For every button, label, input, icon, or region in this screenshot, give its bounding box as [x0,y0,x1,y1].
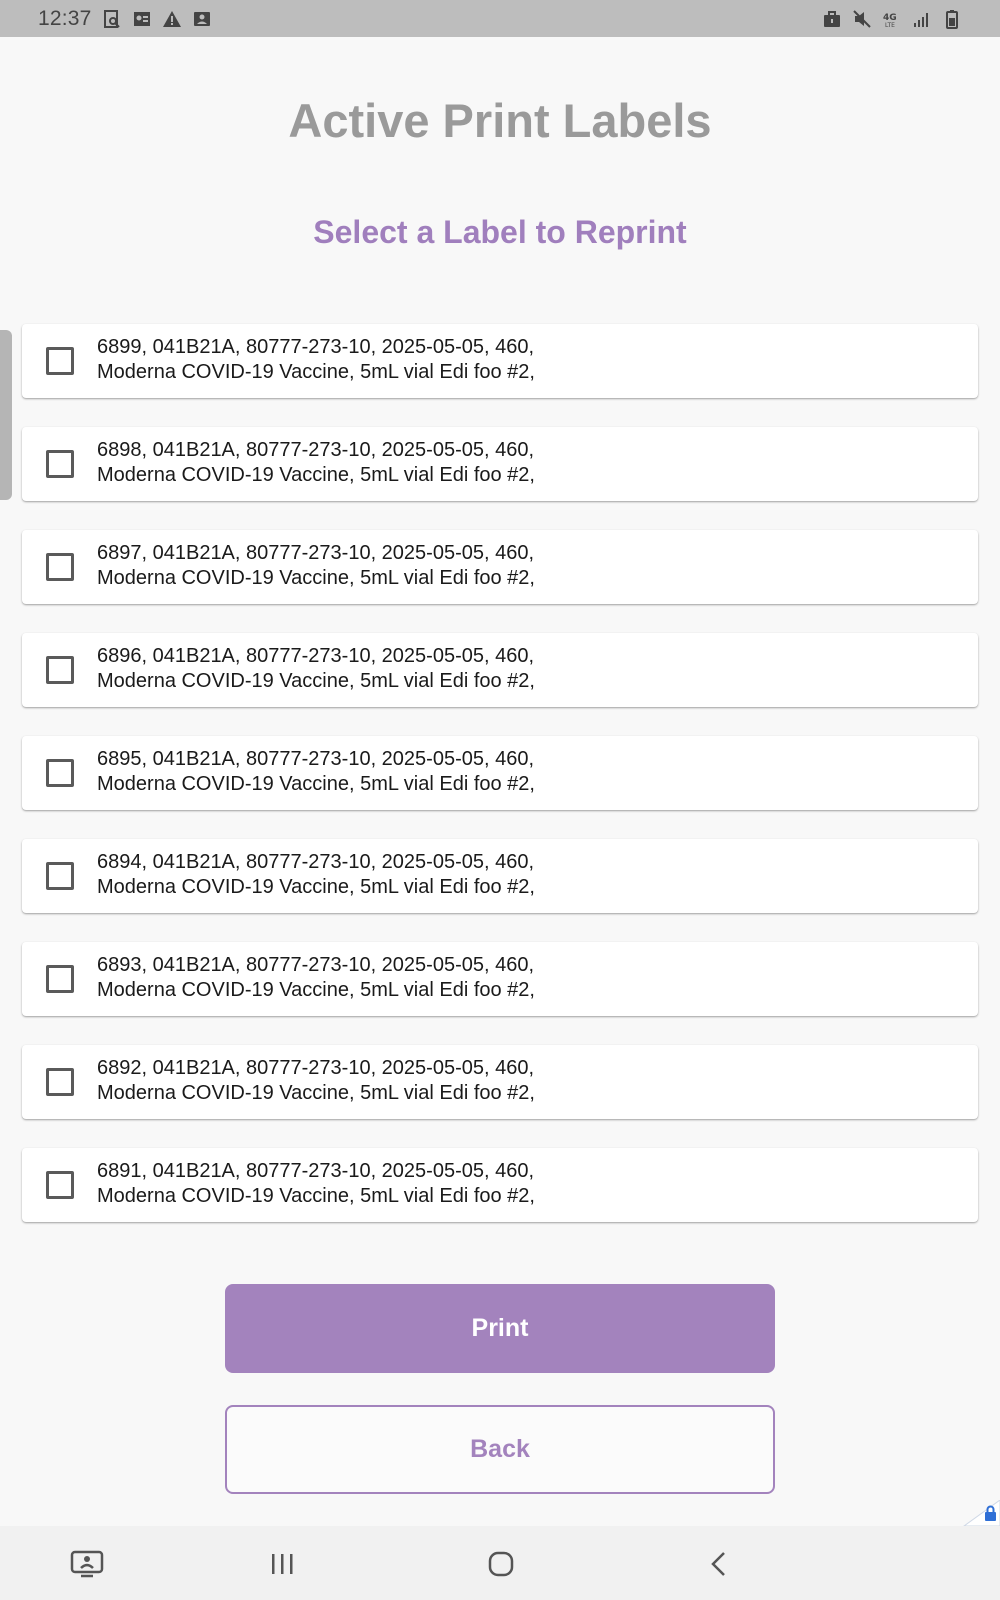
label-list-item[interactable]: 6896, 041B21A, 80777-273-10, 2025-05-05,… [22,633,978,707]
back-icon[interactable] [700,1544,740,1584]
label-text: 6892, 041B21A, 80777-273-10, 2025-05-05,… [97,1056,958,1106]
4g-lte-icon: 4G LTE [882,9,902,29]
signal-icon [912,9,932,29]
label-line-2: Moderna COVID-19 Vaccine, 5mL vial Edi f… [97,464,535,486]
label-line-2: Moderna COVID-19 Vaccine, 5mL vial Edi f… [97,876,535,898]
label-line-1: 6899, 041B21A, 80777-273-10, 2025-05-05,… [97,336,535,358]
screen-share-icon[interactable] [67,1544,107,1584]
label-line-1: 6892, 041B21A, 80777-273-10, 2025-05-05,… [97,1057,535,1079]
briefcase-icon [822,9,842,29]
account-box-icon [192,9,212,29]
status-time: 12:37 [38,6,92,30]
page-subtitle: Select a Label to Reprint [313,214,687,250]
label-list-item[interactable]: 6891, 041B21A, 80777-273-10, 2025-05-05,… [22,1148,978,1222]
label-line-1: 6896, 041B21A, 80777-273-10, 2025-05-05,… [97,645,535,667]
label-checkbox[interactable] [46,759,74,787]
home-icon[interactable] [481,1544,521,1584]
label-text: 6895, 041B21A, 80777-273-10, 2025-05-05,… [97,747,958,797]
label-text: 6896, 041B21A, 80777-273-10, 2025-05-05,… [97,644,958,694]
label-line-2: Moderna COVID-19 Vaccine, 5mL vial Edi f… [97,670,535,692]
warning-icon [162,9,182,29]
label-line-2: Moderna COVID-19 Vaccine, 5mL vial Edi f… [97,979,535,1001]
label-list-item[interactable]: 6898, 041B21A, 80777-273-10, 2025-05-05,… [22,427,978,501]
print-button[interactable]: Print [225,1284,775,1373]
label-line-2: Moderna COVID-19 Vaccine, 5mL vial Edi f… [97,1082,535,1104]
label-line-2: Moderna COVID-19 Vaccine, 5mL vial Edi f… [97,361,535,383]
svg-text:LTE: LTE [885,22,895,29]
label-list-item[interactable]: 6897, 041B21A, 80777-273-10, 2025-05-05,… [22,530,978,604]
label-list-item[interactable]: 6893, 041B21A, 80777-273-10, 2025-05-05,… [22,942,978,1016]
lock-badge-icon [960,1499,1000,1527]
contact-card-icon [132,9,152,29]
scrollbar-thumb[interactable] [0,330,12,500]
label-list-item[interactable]: 6892, 041B21A, 80777-273-10, 2025-05-05,… [22,1045,978,1119]
label-text: 6899, 041B21A, 80777-273-10, 2025-05-05,… [97,335,958,385]
mute-icon [852,9,872,29]
label-checkbox[interactable] [46,553,74,581]
back-button[interactable]: Back [225,1405,775,1494]
recent-apps-icon[interactable] [262,1544,302,1584]
label-checkbox[interactable] [46,347,74,375]
label-checkbox[interactable] [46,450,74,478]
label-line-1: 6897, 041B21A, 80777-273-10, 2025-05-05,… [97,542,535,564]
status-bar: 12:37 4G LTE [0,0,1000,37]
label-line-2: Moderna COVID-19 Vaccine, 5mL vial Edi f… [97,567,535,589]
page-title: Active Print Labels [288,94,712,147]
label-text: 6897, 041B21A, 80777-273-10, 2025-05-05,… [97,541,958,591]
battery-icon [942,9,962,29]
label-line-1: 6898, 041B21A, 80777-273-10, 2025-05-05,… [97,439,535,461]
label-checkbox[interactable] [46,656,74,684]
label-text: 6894, 041B21A, 80777-273-10, 2025-05-05,… [97,850,958,900]
label-checkbox[interactable] [46,1171,74,1199]
label-line-2: Moderna COVID-19 Vaccine, 5mL vial Edi f… [97,773,535,795]
label-line-1: 6891, 041B21A, 80777-273-10, 2025-05-05,… [97,1160,535,1182]
label-text: 6898, 041B21A, 80777-273-10, 2025-05-05,… [97,438,958,488]
label-checkbox[interactable] [46,862,74,890]
label-list-item[interactable]: 6895, 041B21A, 80777-273-10, 2025-05-05,… [22,736,978,810]
navigation-bar [0,1526,1000,1600]
status-right: 4G LTE [822,9,962,29]
screenshot-icon [102,9,122,29]
label-line-1: 6895, 041B21A, 80777-273-10, 2025-05-05,… [97,748,535,770]
label-text: 6891, 041B21A, 80777-273-10, 2025-05-05,… [97,1159,958,1209]
label-list-item[interactable]: 6894, 041B21A, 80777-273-10, 2025-05-05,… [22,839,978,913]
label-line-1: 6893, 041B21A, 80777-273-10, 2025-05-05,… [97,954,535,976]
label-checkbox[interactable] [46,1068,74,1096]
label-line-1: 6894, 041B21A, 80777-273-10, 2025-05-05,… [97,851,535,873]
label-text: 6893, 041B21A, 80777-273-10, 2025-05-05,… [97,953,958,1003]
status-left: 12:37 [38,7,212,31]
label-checkbox[interactable] [46,965,74,993]
label-list-item[interactable]: 6899, 041B21A, 80777-273-10, 2025-05-05,… [22,324,978,398]
label-line-2: Moderna COVID-19 Vaccine, 5mL vial Edi f… [97,1185,535,1207]
